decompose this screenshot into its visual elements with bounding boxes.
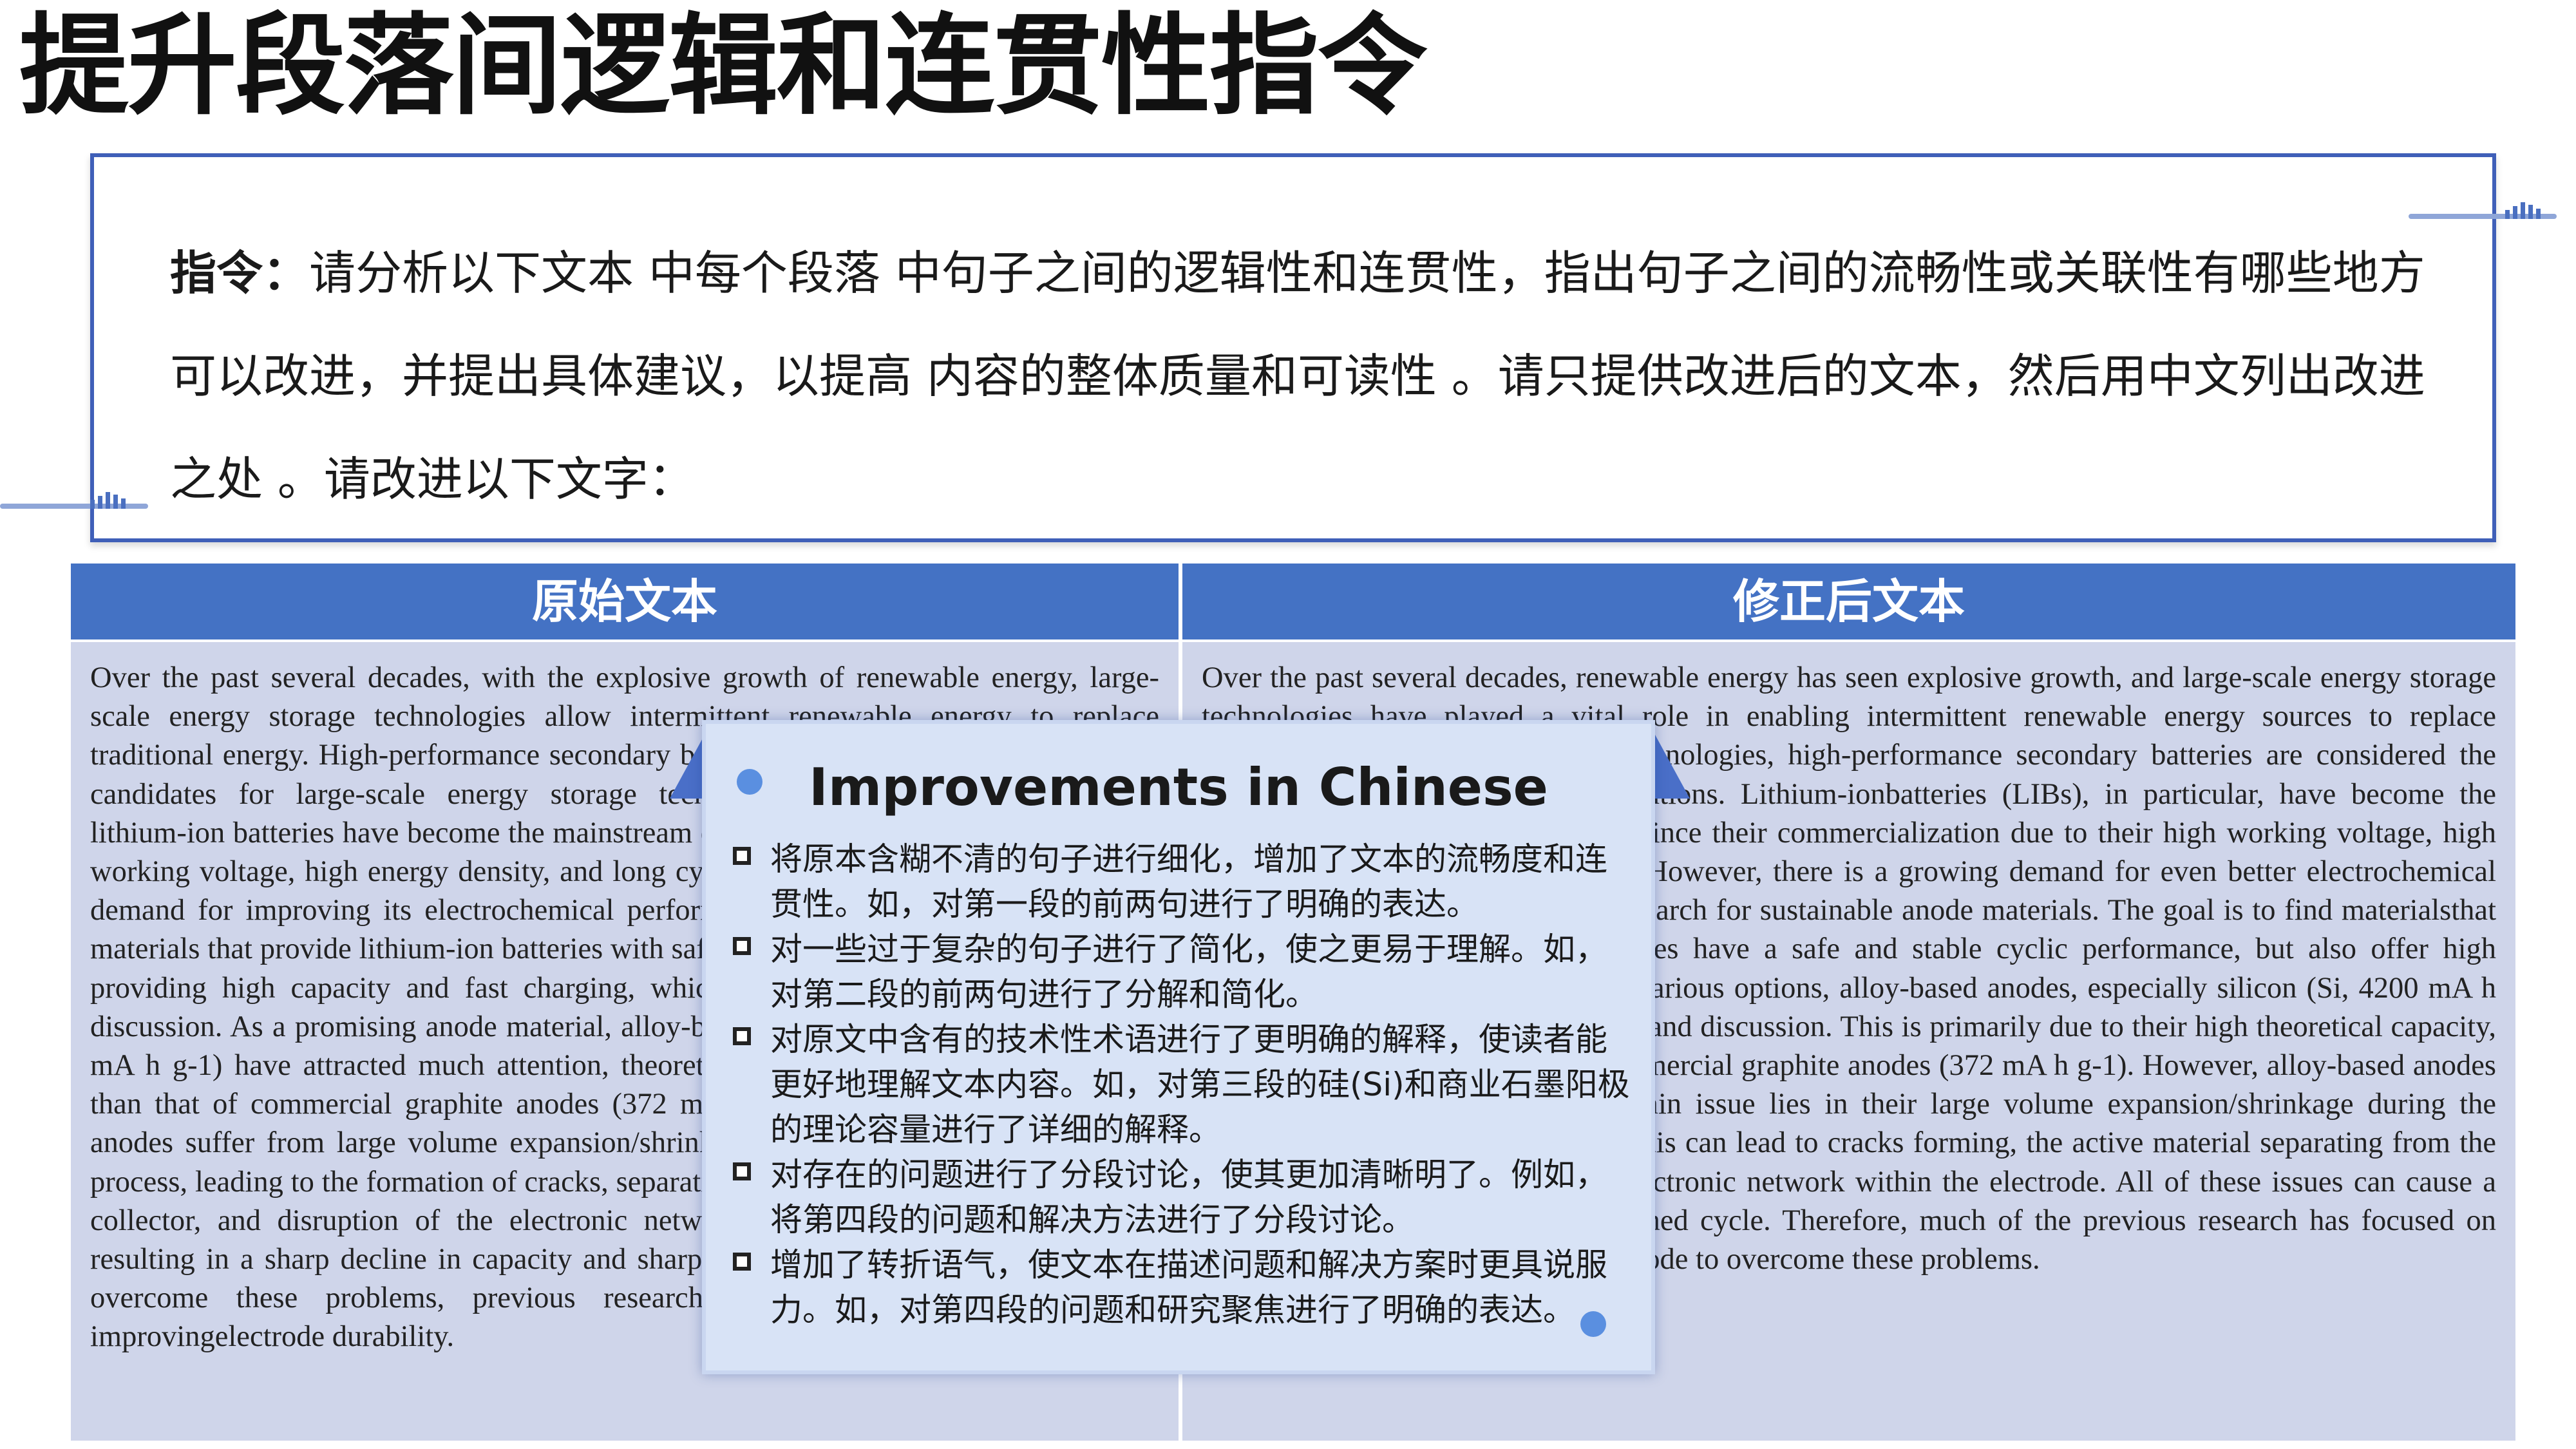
improvements-list: 将原本含糊不清的句子进行细化，增加了文本的流畅度和连贯性。如，对第一段的前两句进… xyxy=(728,837,1636,1332)
improvement-item: 将原本含糊不清的句子进行细化，增加了文本的流畅度和连贯性。如，对第一段的前两句进… xyxy=(728,837,1636,927)
improvement-text: 将原本含糊不清的句子进行细化，增加了文本的流畅度和连贯性。如，对第一段的前两句进… xyxy=(770,840,1607,923)
checkbox-icon xyxy=(733,1027,751,1045)
header-original: 原始文本 xyxy=(71,564,1179,639)
instruction-body: 请分析以下文本 中每个段落 中句子之间的逻辑性和连贯性，指出句子之间的流畅性或关… xyxy=(170,246,2425,506)
checkbox-icon xyxy=(733,1253,751,1271)
decoration-left xyxy=(0,477,148,509)
improvement-text: 对原文中含有的技术性术语进行了更明确的解释，使读者能更好地理解文本内容。如，对第… xyxy=(770,1021,1630,1148)
instruction-label: 指令： xyxy=(170,246,310,300)
popup-ear-right xyxy=(1651,728,1690,799)
checkbox-icon xyxy=(733,937,751,955)
popup-title: Improvements in Chinese xyxy=(809,757,1548,817)
instruction-box: 指令：请分析以下文本 中每个段落 中句子之间的逻辑性和连贯性，指出句子之间的流畅… xyxy=(90,153,2496,542)
improvement-text: 增加了转折语气，使文本在描述问题和解决方案时更具说服力。如，对第四段的问题和研究… xyxy=(770,1246,1607,1329)
improvement-text: 对存在的问题进行了分段讨论，使其更加清晰明了。例如，将第四段的问题和解决方法进行… xyxy=(770,1156,1607,1238)
improvement-item: 对原文中含有的技术性术语进行了更明确的解释，使读者能更好地理解文本内容。如，对第… xyxy=(728,1017,1636,1152)
improvement-item: 增加了转折语气，使文本在描述问题和解决方案时更具说服力。如，对第四段的问题和研究… xyxy=(728,1242,1636,1332)
decoration-top-right xyxy=(2409,187,2557,219)
improvement-item: 对一些过于复杂的句子进行了简化，使之更易于理解。如，对第二段的前两句进行了分解和… xyxy=(728,927,1636,1017)
checkbox-icon xyxy=(733,847,751,865)
page-title: 提升段落间逻辑和连贯性指令 xyxy=(19,3,1427,130)
improvements-popup: Improvements in Chinese 将原本含糊不清的句子进行细化，增… xyxy=(702,720,1655,1374)
checkbox-icon xyxy=(733,1162,751,1180)
improvement-item: 对存在的问题进行了分段讨论，使其更加清晰明了。例如，将第四段的问题和解决方法进行… xyxy=(728,1152,1636,1242)
improvement-text: 对一些过于复杂的句子进行了简化，使之更易于理解。如，对第二段的前两句进行了分解和… xyxy=(770,931,1607,1013)
header-revised: 修正后文本 xyxy=(1182,564,2515,639)
instruction-text: 指令：请分析以下文本 中每个段落 中句子之间的逻辑性和连贯性，指出句子之间的流畅… xyxy=(170,222,2463,531)
